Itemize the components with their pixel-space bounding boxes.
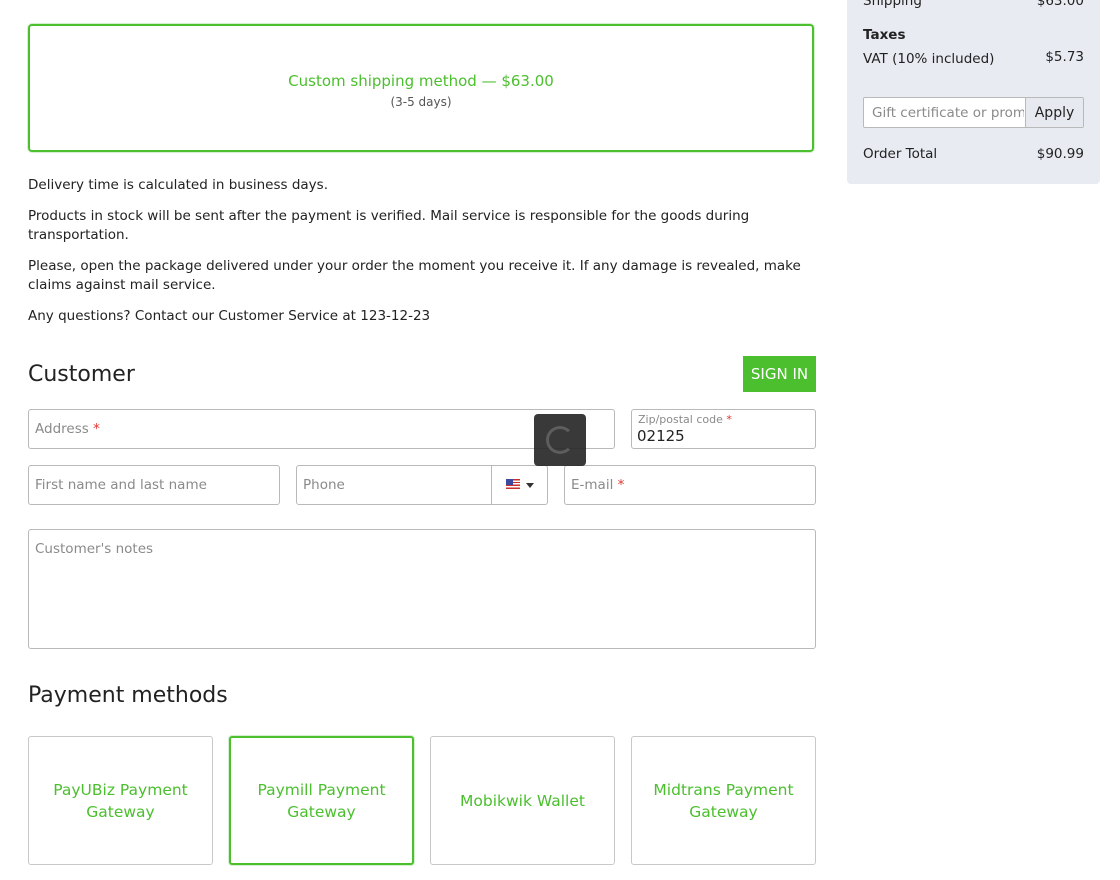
payment-method-label: Paymill Payment Gateway	[257, 780, 386, 821]
name-input[interactable]: First name and last name	[28, 465, 280, 505]
summary-total-row: Order Total $90.99	[863, 146, 1084, 162]
phone-placeholder: Phone	[303, 477, 345, 493]
checkout-page: Custom shipping method — $63.00 (3-5 day…	[0, 0, 1120, 880]
email-input[interactable]: E-mail *	[564, 465, 816, 505]
stock-note: Products in stock will be sent after the…	[28, 208, 750, 243]
zip-value: 02125	[637, 427, 685, 445]
order-summary: Shipping $63.00 Taxes VAT (10% included)…	[847, 0, 1100, 184]
payment-method-midtrans[interactable]: Midtrans Payment Gateway	[631, 736, 816, 865]
address-placeholder: Address *	[35, 421, 100, 437]
summary-total-value: $90.99	[1036, 146, 1084, 162]
shipping-method-card[interactable]: Custom shipping method — $63.00 (3-5 day…	[28, 24, 814, 152]
zip-label: Zip/postal code *	[638, 413, 732, 426]
phone-input[interactable]: Phone	[296, 465, 548, 505]
payment-method-label: PayUBiz Payment Gateway	[53, 780, 188, 821]
questions-note: Any questions? Contact our Customer Serv…	[28, 308, 431, 324]
summary-shipping-label: Shipping	[863, 0, 922, 9]
promo-code-input[interactable]: Gift certificate or promo code	[872, 105, 1024, 121]
summary-vat-value: $5.73	[1045, 49, 1084, 65]
shipping-method-duration: (3-5 days)	[390, 95, 452, 109]
phone-country-selector[interactable]	[491, 466, 547, 504]
payment-method-label: Midtrans Payment Gateway	[653, 780, 794, 821]
address-input[interactable]: Address *	[28, 409, 615, 449]
payment-method-paymill[interactable]: Paymill Payment Gateway	[229, 736, 414, 865]
summary-total-label: Order Total	[863, 146, 938, 162]
summary-shipping-value: $63.00	[1036, 0, 1084, 9]
payment-method-mobikwik[interactable]: Mobikwik Wallet	[430, 736, 615, 865]
delivery-time-note: Delivery time is calculated in business …	[28, 177, 328, 193]
loading-spinner-icon	[534, 414, 586, 466]
payment-method-label: Mobikwik Wallet	[460, 791, 585, 810]
sign-in-button[interactable]: SIGN IN	[743, 356, 816, 392]
package-note: Please, open the package delivered under…	[28, 258, 801, 293]
customer-notes-textarea[interactable]: Customer's notes	[28, 529, 816, 649]
summary-shipping-row: Shipping $63.00	[863, 0, 1084, 9]
payment-methods-heading: Payment methods	[28, 683, 228, 708]
us-flag-icon	[506, 479, 520, 489]
summary-vat-label: VAT (10% included)	[863, 51, 995, 67]
shipping-method-title: Custom shipping method — $63.00	[288, 72, 554, 90]
payment-method-payubiz[interactable]: PayUBiz Payment Gateway	[28, 736, 213, 865]
caret-down-icon	[526, 483, 534, 488]
customer-heading: Customer	[28, 362, 135, 387]
summary-vat-row: VAT (10% included) $5.73	[863, 49, 1084, 67]
zip-input[interactable]: Zip/postal code * 02125	[631, 409, 816, 449]
promo-code-field: Gift certificate or promo code Apply	[863, 97, 1084, 128]
email-placeholder: E-mail *	[571, 477, 625, 493]
notes-placeholder: Customer's notes	[35, 541, 154, 557]
apply-promo-button[interactable]: Apply	[1025, 98, 1083, 127]
summary-taxes-label: Taxes	[863, 27, 906, 43]
name-placeholder: First name and last name	[35, 477, 207, 493]
